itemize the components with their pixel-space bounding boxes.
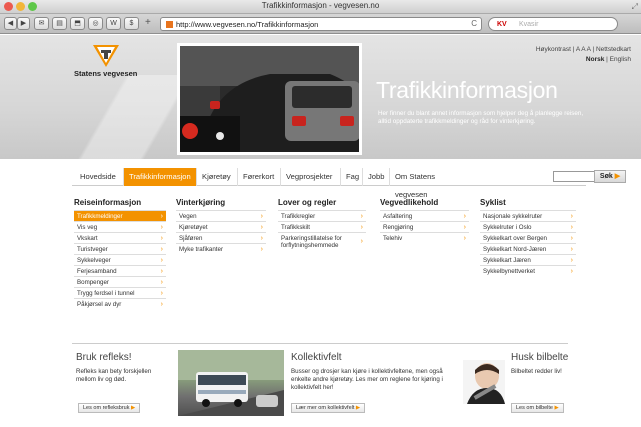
- chevron-right-icon: ›: [360, 238, 363, 245]
- arrow-right-icon: ▶: [355, 405, 361, 411]
- list-item[interactable]: Telehiv ›: [380, 232, 469, 243]
- nav-kjoretoy[interactable]: Kjøretøy: [197, 168, 238, 186]
- site-header: Statens vegvesen Høykontrast | A A A | N…: [0, 35, 641, 159]
- list-item[interactable]: Parkeringstillatelse for forflytningshem…: [278, 232, 366, 250]
- kollektiv-text: Busser og drosjer kan kjøre i kollektivf…: [291, 368, 443, 391]
- wiki-icon[interactable]: W: [106, 17, 121, 30]
- list-item[interactable]: Rengjøring ›: [380, 221, 469, 232]
- bilbelte-text: Bilbeltet redder liv!: [511, 368, 562, 375]
- column-heading: Vegvedlikehold: [380, 198, 439, 207]
- list-item[interactable]: Trygg ferdsel i tunnel ›: [74, 287, 166, 298]
- chevron-right-icon: ›: [463, 235, 466, 242]
- bilbelte-title[interactable]: Husk bilbelte: [511, 352, 568, 363]
- page-title: Trafikkinformasjon: [376, 77, 558, 103]
- refleks-title[interactable]: Bruk refleks!: [76, 352, 132, 363]
- column-reiseinformasjon: Reiseinformasjon Trafikkmeldinger › Vis v…: [74, 198, 166, 309]
- column-heading: Lover og regler: [278, 198, 337, 207]
- forward-button[interactable]: ▶: [17, 17, 30, 30]
- list-item[interactable]: Bompenger ›: [74, 276, 166, 287]
- browser-toolbar: ◀ ▶ ✉ ▤ ⬒ ◎ W $ + http://www.vegvesen.no…: [0, 14, 641, 34]
- dollar-icon[interactable]: $: [124, 17, 139, 30]
- child-seatbelt-photo: [463, 360, 505, 404]
- favicon-icon: [166, 21, 173, 28]
- list-item[interactable]: Turistveger ›: [74, 243, 166, 254]
- language-switch[interactable]: Norsk | English: [536, 55, 631, 65]
- chevron-right-icon: ›: [160, 301, 163, 308]
- url-text: http://www.vegvesen.no/Trafikkinformasjo…: [176, 20, 319, 29]
- search-engine-label: KV: [497, 21, 507, 28]
- brand-name[interactable]: Statens vegvesen: [74, 69, 137, 78]
- bookmark-icon[interactable]: ⬒: [70, 17, 85, 30]
- reader-icon[interactable]: ▤: [52, 17, 67, 30]
- logo-icon[interactable]: [93, 45, 119, 67]
- bilbelte-button[interactable]: Les om bilbelte ▶: [511, 403, 564, 413]
- nav-hovedside[interactable]: Hovedside: [72, 168, 124, 186]
- list-item[interactable]: Påkjørsel av dyr ›: [74, 298, 166, 309]
- search-placeholder: Kvasir: [519, 21, 539, 28]
- column-syklist: Syklist Nasjonale sykkelruter › Sykkelrut…: [480, 198, 576, 276]
- utility-links: Høykontrast | A A A | Nettstedkart Norsk…: [536, 45, 631, 65]
- search-button[interactable]: Søk ▶: [594, 170, 626, 183]
- arrow-right-icon: ▶: [614, 173, 621, 180]
- column-lover-og-regler: Lover og regler Trafikkregler › Trafikksk…: [278, 198, 366, 250]
- column-vinterkjoring: Vinterkjøring Vegen › Kjøretøyet › Sjåføre…: [176, 198, 266, 254]
- nav-vegprosjekter[interactable]: Vegprosjekter: [281, 168, 341, 186]
- list-item[interactable]: Sykkelveger ›: [74, 254, 166, 265]
- column-heading: Syklist: [480, 198, 506, 207]
- list-item[interactable]: Myke trafikanter ›: [176, 243, 266, 254]
- kollektiv-button[interactable]: Lær mer om kollektivfelt ▶: [291, 403, 366, 413]
- list-item[interactable]: Kjøretøyet ›: [176, 221, 266, 232]
- refleks-button[interactable]: Les om refleksbruk ▶: [78, 403, 141, 413]
- column-heading: Reiseinformasjon: [74, 198, 142, 207]
- kollektiv-title[interactable]: Kollektivfelt: [291, 352, 342, 363]
- nav-om-statens-vegvesen[interactable]: Om Statens vegvesen: [390, 168, 474, 199]
- list-item[interactable]: Sykkelruter i Oslo ›: [480, 221, 576, 232]
- arrow-right-icon: ▶: [131, 405, 136, 411]
- main-navigation: Hovedside Trafikkinformasjon Kjøretøy Fø…: [72, 168, 626, 199]
- nav-trafikkinformasjon[interactable]: Trafikkinformasjon: [124, 168, 197, 186]
- new-tab-icon[interactable]: +: [145, 17, 151, 29]
- list-item[interactable]: Ferjesamband ›: [74, 265, 166, 276]
- mail-icon[interactable]: ✉: [34, 17, 49, 30]
- list-item[interactable]: Sykkelkart Nord-Jæren ›: [480, 243, 576, 254]
- arrow-right-icon: ▶: [554, 405, 559, 411]
- list-item[interactable]: Nasjonale sykkelruter ›: [480, 210, 576, 221]
- list-item[interactable]: Sykkelkart over Bergen ›: [480, 232, 576, 243]
- utility-link-row[interactable]: Høykontrast | A A A | Nettstedkart: [536, 45, 631, 55]
- header-traffic-photo: [177, 43, 362, 155]
- list-item[interactable]: Sjåføren ›: [176, 232, 266, 243]
- fullscreen-icon[interactable]: ⤢: [632, 2, 638, 12]
- search-field[interactable]: KV Kvasir: [488, 17, 618, 31]
- column-heading: Vinterkjøring: [176, 198, 226, 207]
- reload-icon[interactable]: C: [471, 18, 477, 30]
- list-item[interactable]: Trafikkskilt ›: [278, 221, 366, 232]
- nav-fag[interactable]: Fag: [341, 168, 363, 186]
- nav-jobb[interactable]: Jobb: [363, 168, 390, 186]
- address-bar[interactable]: http://www.vegvesen.no/Trafikkinformasjo…: [160, 17, 482, 31]
- browser-window: Trafikkinformasjon - vegvesen.no ⤢ ◀ ▶ ✉…: [0, 0, 641, 427]
- list-item[interactable]: Sykkelbynettverket ›: [480, 265, 576, 276]
- chevron-right-icon: ›: [260, 246, 263, 253]
- window-title: Trafikkinformasjon - vegvesen.no: [261, 1, 380, 10]
- list-item[interactable]: Vkskart ›: [74, 232, 166, 243]
- page-description: Her finner du blant annet informasjon so…: [378, 110, 584, 125]
- lang-english[interactable]: | English: [606, 56, 631, 63]
- list-item[interactable]: Asfaltering ›: [380, 210, 469, 221]
- section-divider: [72, 343, 568, 344]
- list-item[interactable]: Trafikkmeldinger ›: [74, 210, 166, 221]
- refleks-text: Refleks kan bety forskjellen mellom liv …: [76, 368, 152, 383]
- list-item[interactable]: Sykkelkart Jæren ›: [480, 254, 576, 265]
- globe-icon[interactable]: ◎: [88, 17, 103, 30]
- back-button[interactable]: ◀: [4, 17, 17, 30]
- nav-forerkort[interactable]: Førerkort: [238, 168, 281, 186]
- column-vegvedlikehold: Vegvedlikehold Asfaltering › Rengjøring › …: [380, 198, 469, 243]
- title-bar: Trafikkinformasjon - vegvesen.no ⤢: [0, 0, 641, 14]
- bus-photo: [178, 350, 284, 416]
- lang-norsk[interactable]: Norsk: [586, 56, 604, 63]
- list-item[interactable]: Vegen ›: [176, 210, 266, 221]
- list-item[interactable]: Trafikkregler ›: [278, 210, 366, 221]
- list-item[interactable]: Vis veg ›: [74, 221, 166, 232]
- chevron-right-icon: ›: [570, 268, 573, 275]
